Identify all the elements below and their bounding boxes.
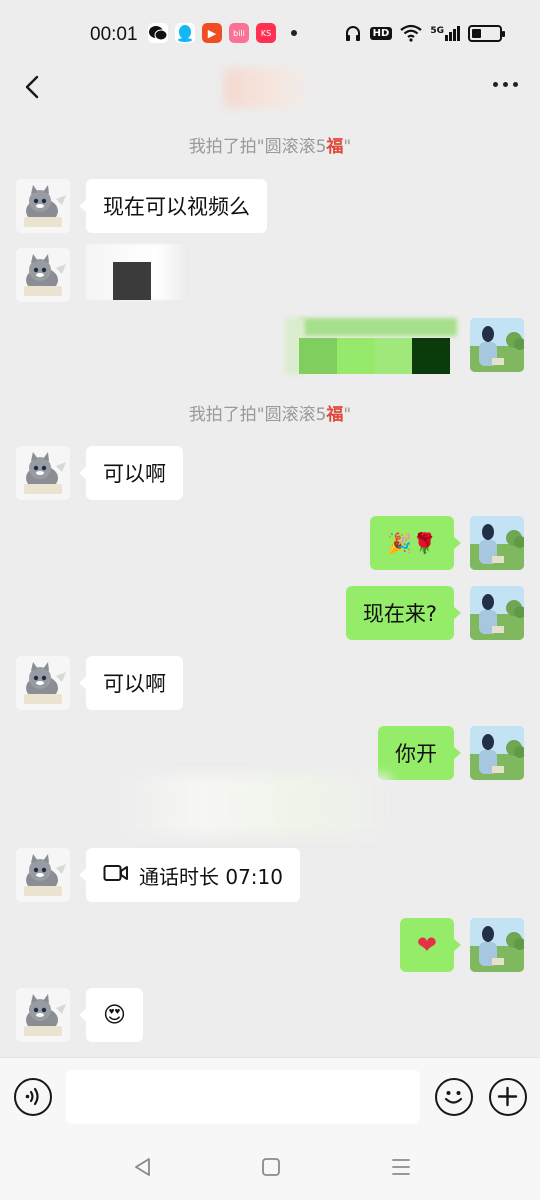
message-text: 现在来? xyxy=(362,602,437,626)
message-input[interactable] xyxy=(66,1070,420,1124)
contact-avatar[interactable] xyxy=(16,248,70,302)
pat-text-end: " xyxy=(343,137,352,157)
chat-input-bar xyxy=(0,1057,540,1137)
redacted-area xyxy=(120,775,390,835)
fu-character: 福 xyxy=(326,405,344,425)
contact-avatar[interactable] xyxy=(16,656,70,710)
pat-text: 我拍了拍"圆滚滚5 xyxy=(188,137,327,157)
self-avatar[interactable] xyxy=(470,586,524,640)
pat-system-message: 我拍了拍"圆滚滚5福" xyxy=(0,400,540,425)
video-app-icon: ▶ xyxy=(202,23,222,43)
contact-avatar[interactable] xyxy=(16,446,70,500)
pat-system-message: 我拍了拍"圆滚滚5福" xyxy=(0,132,540,157)
video-camera-icon xyxy=(103,863,129,888)
message-bubble-left[interactable]: 现在可以视频么 xyxy=(79,179,267,233)
redacted-block xyxy=(113,262,151,300)
message-bubble-left[interactable]: 可以啊 xyxy=(79,446,183,500)
plus-icon[interactable] xyxy=(489,1078,527,1116)
message-bubble-left[interactable]: 可以啊 xyxy=(79,656,183,710)
message-bubble-right[interactable]: 🎉🌹 xyxy=(370,516,461,570)
pat-text-end: " xyxy=(343,405,352,425)
message-bubble-right[interactable]: 你开 xyxy=(378,726,461,780)
nav-back-icon[interactable] xyxy=(131,1155,155,1179)
system-status-icons: HD 5G xyxy=(344,24,505,42)
battery-level xyxy=(472,28,482,38)
status-time: 00:01 xyxy=(90,24,138,45)
self-avatar[interactable] xyxy=(470,726,524,780)
self-avatar[interactable] xyxy=(470,318,524,372)
more-dots-icon[interactable] xyxy=(493,82,518,87)
call-duration-text: 通话时长 07:10 xyxy=(139,864,283,889)
nav-menu-icon[interactable] xyxy=(389,1155,413,1179)
call-record-bubble[interactable]: 通话时长 07:10 xyxy=(79,848,300,902)
fu-character: 福 xyxy=(326,137,344,157)
network-type-label: 5G xyxy=(430,25,444,36)
self-avatar[interactable] xyxy=(470,918,524,972)
message-text: 现在可以视频么 xyxy=(103,195,250,219)
voice-icon[interactable] xyxy=(14,1078,52,1116)
nav-home-icon[interactable] xyxy=(259,1155,283,1179)
notification-app-icons: ▶ bili KS xyxy=(148,23,297,43)
message-text: 🎉🌹 xyxy=(387,531,437,555)
message-bubble-left[interactable]: 😍 xyxy=(79,988,143,1042)
emoji-icon[interactable] xyxy=(435,1078,473,1116)
heart-eyes-emoji: 😍 xyxy=(103,1002,126,1028)
contact-avatar[interactable] xyxy=(16,179,70,233)
wifi-icon xyxy=(400,24,423,42)
redacted-message-right[interactable] xyxy=(285,318,457,374)
bilibili-app-icon: bili xyxy=(229,23,249,43)
chevron-left-icon[interactable] xyxy=(18,72,48,102)
self-avatar[interactable] xyxy=(470,516,524,570)
message-bubble-right[interactable]: ❤ xyxy=(399,918,462,972)
pat-text: 我拍了拍"圆滚滚5 xyxy=(188,405,327,425)
system-navigation-bar xyxy=(0,1137,540,1200)
message-bubble-right[interactable]: 现在来? xyxy=(345,586,462,640)
contact-avatar[interactable] xyxy=(16,988,70,1042)
message-text: 可以啊 xyxy=(103,462,166,486)
signal-indicator: 5G xyxy=(430,25,460,41)
heart-emoji: ❤ xyxy=(416,931,437,959)
hd-badge: HD xyxy=(369,26,393,40)
chat-title-redacted[interactable] xyxy=(224,68,314,108)
kuaishou-app-icon: KS xyxy=(256,23,276,43)
more-notifications-dot xyxy=(291,30,297,36)
wechat-icon xyxy=(148,23,168,43)
chat-header xyxy=(0,60,540,118)
contact-avatar[interactable] xyxy=(16,848,70,902)
message-text: 可以啊 xyxy=(103,672,166,696)
headphones-icon xyxy=(345,26,360,41)
qq-icon xyxy=(175,23,195,43)
battery-icon xyxy=(468,24,505,42)
message-text: 你开 xyxy=(395,742,437,766)
